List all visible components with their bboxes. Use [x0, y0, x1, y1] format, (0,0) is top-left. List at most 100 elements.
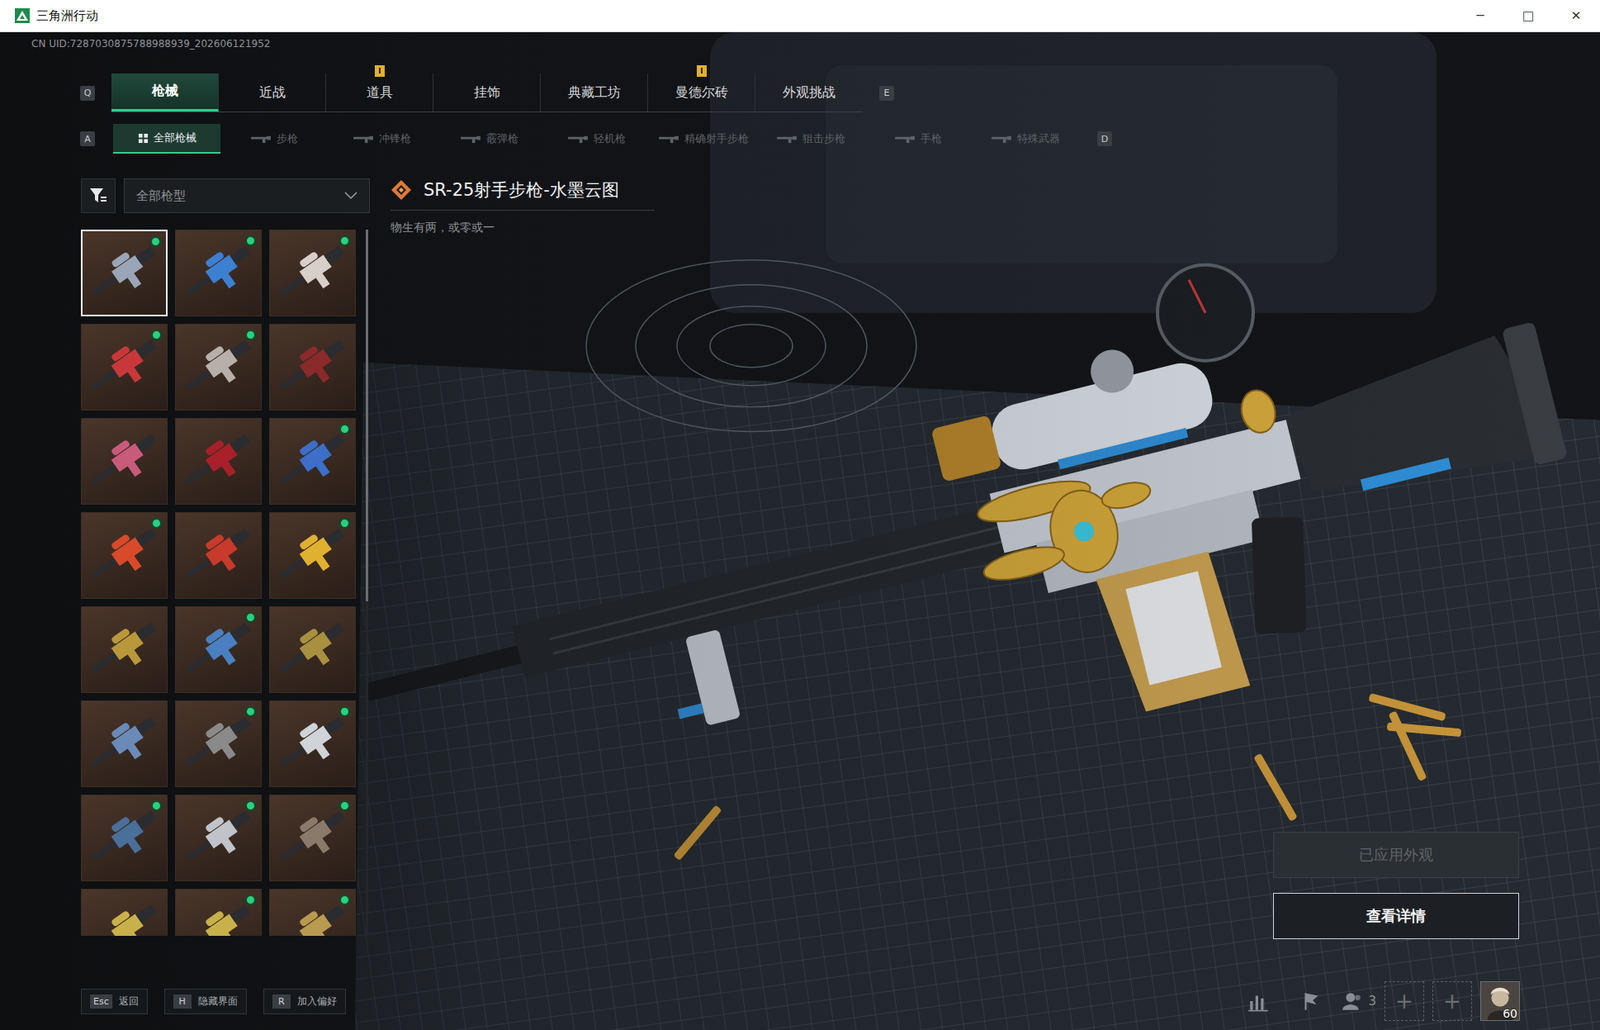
equipped-dot — [339, 235, 351, 247]
window-title: 三角洲行动 — [36, 8, 99, 24]
skin-thumbnail[interactable] — [175, 605, 262, 693]
funnel-icon — [88, 185, 109, 206]
skin-thumbnail[interactable] — [80, 888, 168, 936]
skin-thumbnail[interactable] — [269, 888, 356, 936]
equipped-dot — [339, 705, 351, 717]
key-hint-button[interactable]: H隐藏界面 — [164, 988, 247, 1014]
gun-icon — [567, 134, 589, 144]
category-tab[interactable]: 典藏工坊 — [540, 73, 649, 112]
equipped-dot — [151, 329, 162, 341]
next-subtab-key[interactable]: D — [1097, 131, 1113, 147]
skin-thumbnail[interactable] — [175, 323, 262, 411]
equipped-dot — [245, 329, 256, 341]
rifle-icon — [81, 700, 167, 786]
window-controls: ─□✕ — [1456, 0, 1600, 32]
gun-icon — [657, 134, 680, 144]
weapon-type-tab[interactable]: 轻机枪 — [542, 123, 650, 154]
rifle-icon — [175, 512, 261, 598]
skin-list-panel: 全部枪型 — [80, 178, 370, 980]
rifle-icon — [269, 324, 356, 410]
equipped-dot — [339, 894, 351, 905]
weapon-type-tab[interactable]: 全部枪械 — [113, 123, 221, 154]
skin-thumbnail[interactable] — [269, 417, 356, 505]
skin-thumbnail[interactable] — [269, 323, 356, 411]
equipped-dot — [151, 517, 162, 529]
prev-subtab-key[interactable]: A — [80, 131, 95, 147]
chevron-down-icon — [344, 191, 358, 200]
skin-thumbnail[interactable] — [175, 700, 262, 787]
skin-thumbnail[interactable] — [80, 417, 168, 505]
gun-type-dropdown[interactable]: 全部枪型 — [123, 178, 370, 214]
filter-button[interactable] — [80, 178, 116, 214]
window-control-button[interactable]: □ — [1504, 0, 1553, 32]
weapon-type-tab[interactable]: 精确射手步枪 — [649, 123, 758, 154]
skin-thumbnail[interactable] — [269, 229, 356, 317]
window-control-button[interactable]: ─ — [1456, 0, 1505, 32]
new-badge — [696, 65, 707, 77]
equipped-dot — [339, 423, 351, 435]
collection-screen: CN UID:7287030875788988939_202606121952 … — [0, 32, 1600, 1030]
user-id: CN UID:7287030875788988939_202606121952 — [0, 37, 1600, 51]
action-button[interactable]: 查看详情 — [1273, 892, 1520, 939]
gun-icon — [894, 134, 916, 144]
equipped-dot — [150, 236, 161, 247]
equipped-dot — [245, 705, 256, 717]
skin-motto: 物生有两，或零或一 — [390, 220, 1520, 236]
weapon-type-tab[interactable]: 狙击步枪 — [757, 123, 865, 154]
action-button: 已应用外观 — [1273, 831, 1520, 878]
skin-detail: SR-25射手步枪-水墨云图 物生有两，或零或一 已应用外观查看详情 — [390, 178, 1520, 980]
equipped-dot — [151, 800, 162, 811]
equipped-dot — [339, 800, 351, 811]
player-level: 60 — [1502, 1006, 1518, 1020]
category-tab[interactable]: 外观挑战 — [755, 73, 863, 112]
rifle-icon — [81, 418, 167, 504]
flag-icon[interactable] — [1300, 989, 1322, 1012]
key-hint-button[interactable]: Esc返回 — [80, 988, 148, 1014]
gun-icon — [776, 134, 798, 144]
player-avatar[interactable]: 60 — [1480, 980, 1520, 1021]
skin-thumbnail[interactable] — [175, 888, 262, 936]
skin-name: SR-25射手步枪-水墨云图 — [423, 178, 620, 202]
skin-thumbnail[interactable] — [80, 229, 168, 317]
skin-thumbnail[interactable] — [80, 794, 168, 881]
equipped-dot — [245, 894, 256, 905]
category-tab[interactable]: 挂饰 — [433, 73, 541, 112]
skin-thumbnail[interactable] — [269, 700, 356, 787]
category-tab[interactable]: 枪械 — [111, 73, 219, 112]
skin-thumbnail[interactable] — [80, 605, 168, 693]
skin-thumbnail[interactable] — [269, 511, 356, 599]
category-tab[interactable]: 近战 — [218, 73, 327, 112]
weapon-type-tab[interactable]: 手枪 — [864, 123, 972, 154]
weapon-type-tab[interactable]: 冲锋枪 — [327, 123, 436, 154]
skin-thumbnail[interactable] — [175, 794, 262, 881]
key-hint-button[interactable]: R加入偏好 — [263, 988, 346, 1014]
friends-icon — [1341, 989, 1364, 1012]
skin-thumbnail[interactable] — [80, 323, 168, 411]
skin-thumbnail[interactable] — [80, 511, 168, 599]
invite-slot[interactable]: + — [1432, 980, 1473, 1021]
window-control-button[interactable]: ✕ — [1552, 0, 1600, 32]
stats-icon[interactable] — [1247, 989, 1269, 1012]
skin-thumbnail[interactable] — [269, 794, 356, 881]
skin-thumbnail[interactable] — [269, 605, 356, 693]
rarity-diamond-icon — [390, 179, 412, 201]
scrollbar[interactable] — [365, 229, 369, 936]
weapon-type-tab[interactable]: 步枪 — [220, 123, 328, 154]
skin-thumbnail[interactable] — [175, 229, 262, 317]
skin-thumbnail[interactable] — [80, 700, 168, 787]
game-window: 三角洲行动 ─□✕ CN UID:7287030875788988939_202… — [0, 0, 1600, 1030]
skin-thumbnail[interactable] — [175, 417, 262, 505]
weapon-type-tabs: A 全部枪械 步枪 冲锋枪 霰弹枪 轻机枪 精确射手步枪 狙击步枪 手枪 特殊武… — [0, 123, 1600, 154]
rifle-icon — [81, 606, 167, 692]
rifle-icon — [81, 889, 167, 936]
category-tab[interactable]: 曼德尔砖 — [648, 73, 756, 112]
weapon-type-tab[interactable]: 霰弹枪 — [435, 123, 543, 154]
weapon-type-tab[interactable]: 特殊武器 — [971, 123, 1080, 154]
prev-tab-key[interactable]: Q — [80, 85, 95, 101]
next-tab-key[interactable]: E — [879, 85, 895, 101]
friends-button[interactable]: 3 — [1341, 989, 1377, 1012]
grid-icon — [137, 132, 149, 144]
category-tab[interactable]: 道具 — [326, 73, 434, 112]
invite-slot[interactable]: + — [1384, 980, 1425, 1021]
skin-thumbnail[interactable] — [175, 511, 262, 599]
